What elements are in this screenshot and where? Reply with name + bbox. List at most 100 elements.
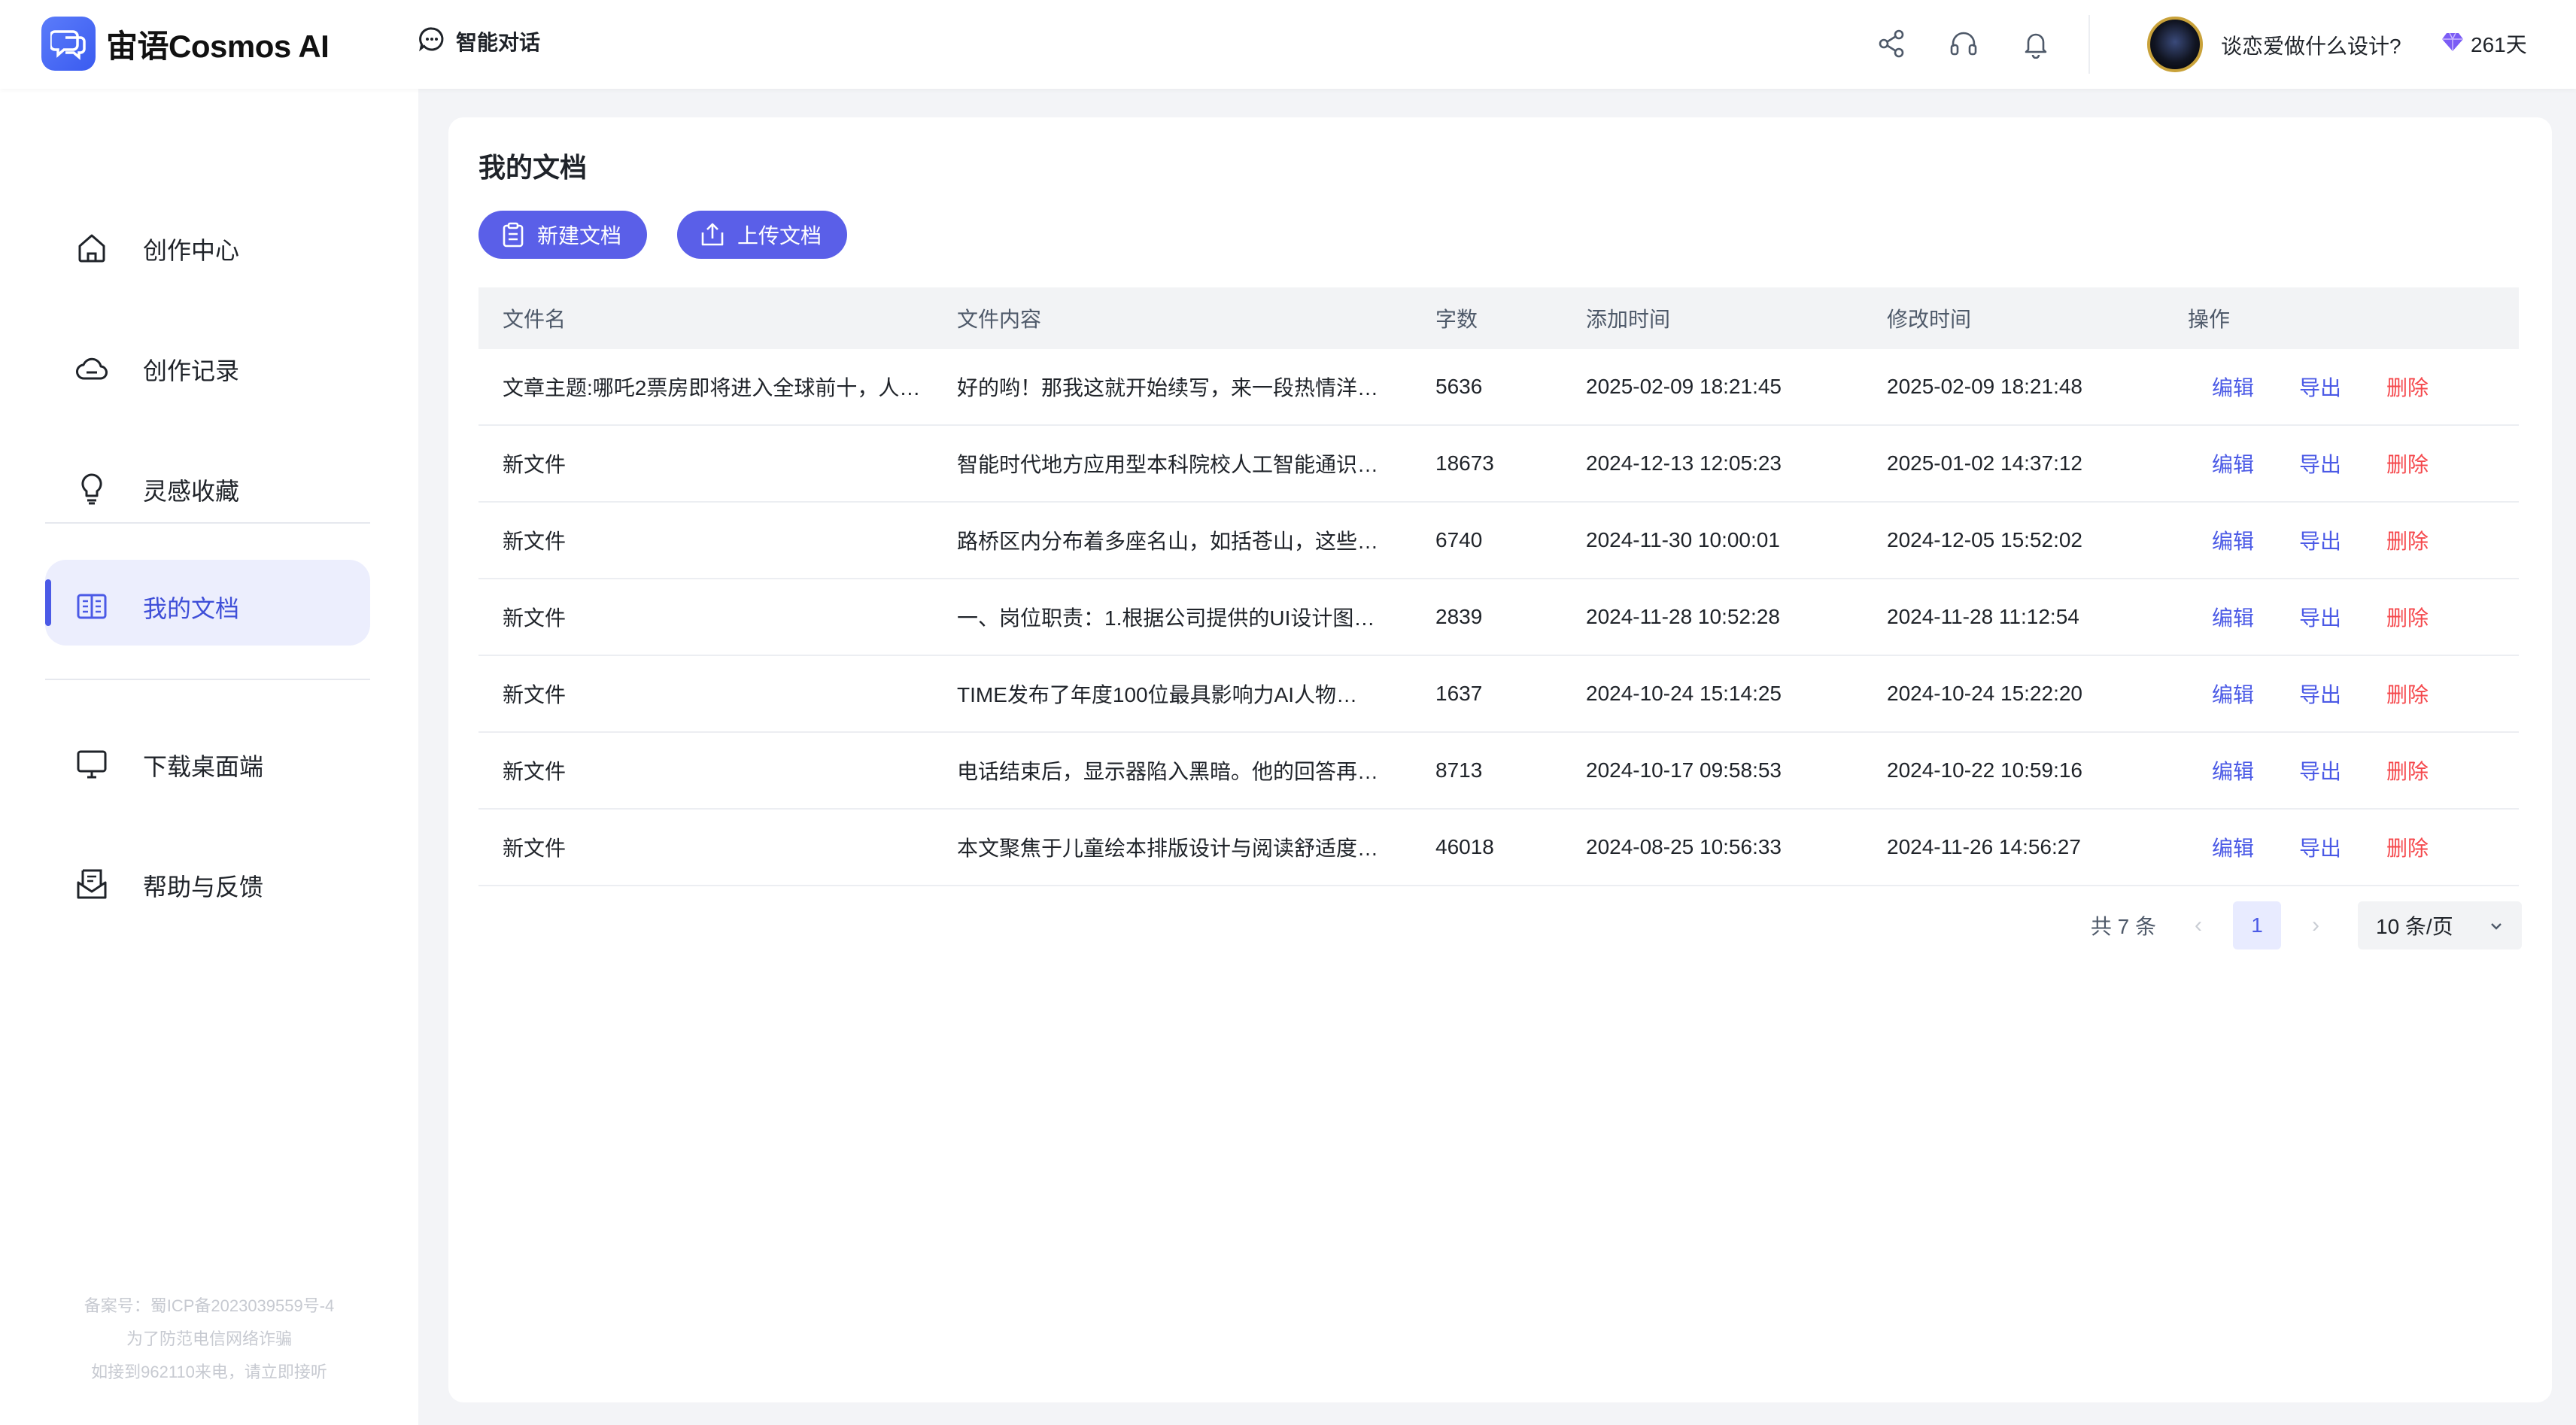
export-link[interactable]: 导出 xyxy=(2299,448,2341,479)
cell-word-count: 46018 xyxy=(1435,835,1494,858)
export-link[interactable]: 导出 xyxy=(2299,602,2341,632)
col-header-filename: 文件名 xyxy=(503,308,567,331)
sidebar-item-creation-center[interactable]: 创作中心 xyxy=(45,202,370,287)
cell-modified-time: 2024-10-24 15:22:20 xyxy=(1887,682,2082,705)
cell-added-time: 2024-10-17 09:58:53 xyxy=(1586,758,1782,782)
filename-text[interactable]: 新文件 xyxy=(503,679,924,709)
cell-word-count: 18673 xyxy=(1435,451,1494,475)
delete-link[interactable]: 删除 xyxy=(2386,372,2429,402)
table-row: 新文件 本文聚焦于儿童绘本排版设计与阅读舒适度… 46018 2024-08-25 1… xyxy=(478,810,2519,886)
delete-link[interactable]: 删除 xyxy=(2386,448,2429,479)
cell-added-time: 2024-12-13 12:05:23 xyxy=(1586,451,1782,475)
cell-added-time: 2024-08-25 10:56:33 xyxy=(1586,835,1782,858)
upload-document-label: 上传文档 xyxy=(737,224,822,248)
delete-link[interactable]: 删除 xyxy=(2386,755,2429,785)
edit-link[interactable]: 编辑 xyxy=(2212,525,2254,555)
upload-document-button[interactable]: 上传文档 xyxy=(677,211,848,259)
export-link[interactable]: 导出 xyxy=(2299,832,2341,862)
cell-added-time: 2024-11-28 10:52:28 xyxy=(1586,605,1780,628)
cell-word-count: 1637 xyxy=(1435,682,1483,705)
tab-smart-chat[interactable]: 智能对话 xyxy=(418,26,540,56)
delete-link[interactable]: 删除 xyxy=(2386,832,2429,862)
edit-link[interactable]: 编辑 xyxy=(2212,602,2254,632)
cell-filename: 新文件 xyxy=(478,679,957,709)
new-document-button[interactable]: 新建文档 xyxy=(478,211,648,259)
content-preview: 路桥区内分布着多座名山，如括苍山，这些… xyxy=(957,530,1378,553)
delete-link[interactable]: 删除 xyxy=(2386,602,2429,632)
content-preview: 智能时代地方应用型本科院校人工智能通识… xyxy=(957,453,1378,476)
col-header-added-time: 添加时间 xyxy=(1586,308,1671,331)
table-body: 文章主题:哪吒2票房即将进入全球前十，人… 好的哟！那我这就开始续写，来一段热情洋… xyxy=(478,349,2519,886)
sidebar-item-label: 创作记录 xyxy=(143,357,240,384)
cell-filename: 新文件 xyxy=(478,832,957,862)
cell-actions: 编辑 导出 删除 xyxy=(2188,832,2519,862)
filename-text[interactable]: 新文件 xyxy=(503,602,924,632)
diamond-icon xyxy=(2441,32,2465,56)
cell-content: TIME发布了年度100位最具影响力AI人物名… xyxy=(957,679,1435,709)
sidebar-item-label: 帮助与反馈 xyxy=(143,874,264,901)
app-logo[interactable]: 宙语Cosmos AI xyxy=(41,17,330,71)
edit-link[interactable]: 编辑 xyxy=(2212,755,2254,785)
filename-text[interactable]: 新文件 xyxy=(503,832,924,862)
cell-added-time: 2024-10-24 15:14:25 xyxy=(1586,682,1782,705)
export-link[interactable]: 导出 xyxy=(2299,679,2341,709)
bell-icon[interactable] xyxy=(2018,26,2054,62)
filename-text[interactable]: 新文件 xyxy=(503,448,924,479)
export-link[interactable]: 导出 xyxy=(2299,372,2341,402)
cell-modified-time: 2024-12-05 15:52:02 xyxy=(1887,528,2082,551)
cell-word-count: 5636 xyxy=(1435,375,1483,398)
edit-link[interactable]: 编辑 xyxy=(2212,372,2254,402)
filename-text[interactable]: 新文件 xyxy=(503,755,924,785)
vip-badge[interactable]: 261天 xyxy=(2441,29,2527,59)
cell-modified-time: 2024-11-28 11:12:54 xyxy=(1887,605,2079,628)
sidebar-item-help-feedback[interactable]: 帮助与反馈 xyxy=(45,838,370,924)
cell-content: 一、岗位职责：1.根据公司提供的UI设计图… xyxy=(957,602,1435,632)
headset-icon[interactable] xyxy=(1946,26,1982,62)
cell-filename: 文章主题:哪吒2票房即将进入全球前十，人… xyxy=(478,372,957,402)
page-number-button[interactable]: 1 xyxy=(2233,901,2281,949)
col-header-content: 文件内容 xyxy=(957,308,1042,331)
document-icon xyxy=(74,588,110,624)
sidebar-item-creation-history[interactable]: 创作记录 xyxy=(45,322,370,408)
cell-word-count: 2839 xyxy=(1435,605,1483,628)
share-icon[interactable] xyxy=(1873,26,1909,62)
clipboard-icon xyxy=(501,222,525,248)
content-preview: TIME发布了年度100位最具影响力AI人物名… xyxy=(957,683,1378,706)
table-row: 文章主题:哪吒2票房即将进入全球前十，人… 好的哟！那我这就开始续写，来一段热情洋… xyxy=(478,349,2519,426)
col-header-actions: 操作 xyxy=(2188,308,2231,331)
export-link[interactable]: 导出 xyxy=(2299,525,2341,555)
filename-text[interactable]: 文章主题:哪吒2票房即将进入全球前十，人… xyxy=(503,372,924,402)
sidebar-item-my-documents[interactable]: 我的文档 xyxy=(45,560,370,646)
cell-actions: 编辑 导出 删除 xyxy=(2188,755,2519,785)
cell-modified-time: 2025-02-09 18:21:48 xyxy=(1887,375,2082,398)
documents-panel: 我的文档 新建文档 上传文档 文件名 文件内容 字数 添加时间 修改时间 操作 … xyxy=(448,117,2552,1402)
content-preview: 好的哟！那我这就开始续写，来一段热情洋… xyxy=(957,376,1378,400)
cell-word-count: 6740 xyxy=(1435,528,1483,551)
page-size-select[interactable]: 10 条/页 xyxy=(2358,901,2522,949)
delete-link[interactable]: 删除 xyxy=(2386,679,2429,709)
user-name[interactable]: 谈恋爱做什么设计? xyxy=(2221,30,2401,60)
monitor-icon xyxy=(74,746,110,782)
content-preview: 电话结束后，显示器陷入黑暗。他的回答再… xyxy=(957,760,1378,783)
next-page-button[interactable]: › xyxy=(2296,913,2335,938)
delete-link[interactable]: 删除 xyxy=(2386,525,2429,555)
anti-fraud-hotline: 如接到962110来电，请立即接听 xyxy=(91,1363,327,1381)
edit-link[interactable]: 编辑 xyxy=(2212,832,2254,862)
sidebar-item-download-desktop[interactable]: 下载桌面端 xyxy=(45,718,370,804)
table-row: 新文件 路桥区内分布着多座名山，如括苍山，这些… 6740 2024-11-30 10… xyxy=(478,503,2519,579)
sidebar-item-label: 创作中心 xyxy=(143,237,240,264)
page-size-value: 10 条/页 xyxy=(2376,915,2453,938)
prev-page-button[interactable]: ‹ xyxy=(2179,913,2218,938)
export-link[interactable]: 导出 xyxy=(2299,755,2341,785)
sidebar-divider xyxy=(45,522,370,524)
table-row: 新文件 电话结束后，显示器陷入黑暗。他的回答再… 8713 2024-10-17 09… xyxy=(478,733,2519,810)
new-document-label: 新建文档 xyxy=(537,224,622,248)
avatar[interactable] xyxy=(2147,17,2203,72)
filename-text[interactable]: 新文件 xyxy=(503,525,924,555)
edit-link[interactable]: 编辑 xyxy=(2212,448,2254,479)
chevron-down-icon xyxy=(2487,916,2505,940)
cell-added-time: 2025-02-09 18:21:45 xyxy=(1586,375,1782,398)
sidebar-item-inspiration[interactable]: 灵感收藏 xyxy=(45,442,370,528)
lightbulb-icon xyxy=(74,470,110,506)
edit-link[interactable]: 编辑 xyxy=(2212,679,2254,709)
